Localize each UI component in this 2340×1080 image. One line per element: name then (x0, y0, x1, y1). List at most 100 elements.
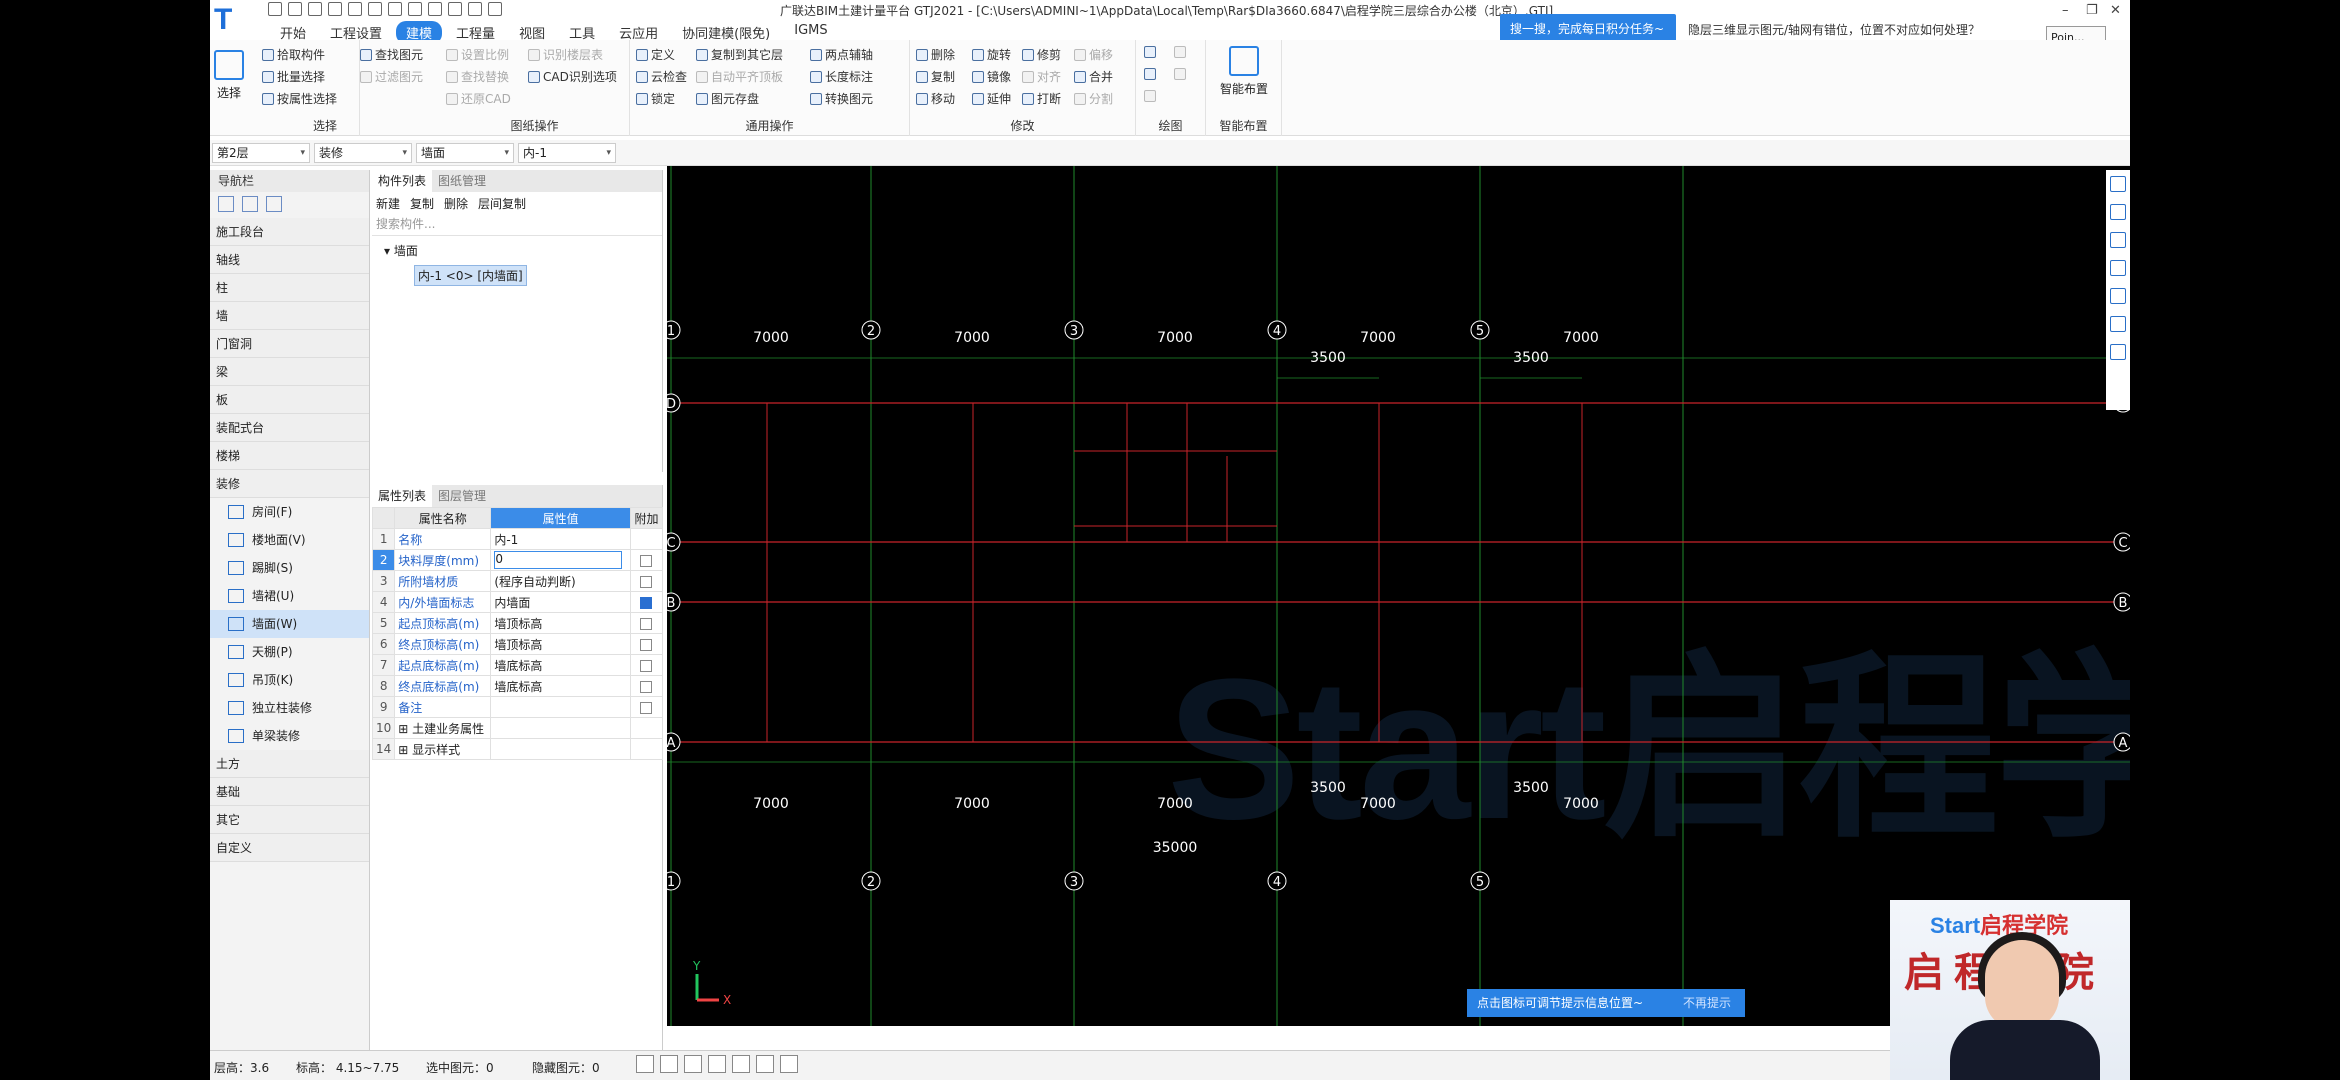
filter-element-button[interactable]: 过滤图元 (360, 68, 423, 85)
nav-item-skirting[interactable]: 踢脚(S) (210, 554, 369, 582)
pick-component-button[interactable]: 拾取构件 (262, 46, 325, 63)
nav-item-room[interactable]: 房间(F) (210, 498, 369, 526)
snap-icon[interactable] (660, 1055, 678, 1073)
property-value[interactable]: (程序自动判断) (490, 570, 631, 592)
detail-view-icon[interactable] (266, 196, 282, 212)
smart-layout-button[interactable]: 智能布置 (1220, 46, 1268, 97)
copy-button[interactable]: 复制 (916, 68, 955, 85)
select-button[interactable]: 选择 (214, 50, 244, 101)
expand-group-icon[interactable]: ⊞ (398, 743, 412, 757)
view-3d-icon[interactable] (2110, 176, 2126, 192)
new-file-icon[interactable] (268, 2, 282, 16)
notes-icon[interactable] (2110, 344, 2126, 360)
drawing-canvas[interactable]: Start启程学院 700070007000700070003500350035… (667, 166, 2130, 1026)
delete-button[interactable]: 删除 (916, 46, 955, 63)
rotate-button[interactable]: 旋转 (972, 46, 1011, 63)
cross-icon[interactable] (684, 1055, 702, 1073)
nav-cat-openings[interactable]: 门窗洞 (210, 330, 369, 358)
tool-icon[interactable] (428, 2, 442, 16)
property-extra-checkbox[interactable] (640, 575, 653, 588)
nav-item-wall-surface[interactable]: 墙面(W) (210, 610, 369, 638)
nav-item-dado[interactable]: 墙裙(U) (210, 582, 369, 610)
floor-select[interactable]: 第2层 (212, 143, 310, 163)
nav-item-column-finish[interactable]: 独立柱装修 (210, 694, 369, 722)
two-point-axis-button[interactable]: 两点辅轴 (810, 46, 873, 63)
find-element-button[interactable]: 查找图元 (360, 46, 423, 63)
property-row[interactable]: 7 起点底标高(m) 墙底标高 (371, 654, 664, 676)
property-value[interactable] (490, 717, 631, 739)
split-button[interactable]: 分割 (1074, 90, 1113, 107)
tool-icon[interactable] (388, 2, 402, 16)
move-button[interactable]: 移动 (916, 90, 955, 107)
tab-component-list[interactable]: 构件列表 (372, 170, 433, 192)
select-by-attr-button[interactable]: 按属性选择 (262, 90, 337, 107)
find-replace-button[interactable]: 查找替换 (446, 68, 509, 85)
draw-line-button[interactable] (1144, 68, 1156, 80)
mirror-button[interactable]: 镜像 (972, 68, 1011, 85)
property-extra-checkbox[interactable] (640, 680, 653, 693)
define-button[interactable]: 定义 (636, 46, 675, 63)
extend-button[interactable]: 延伸 (972, 90, 1011, 107)
curve-icon[interactable] (780, 1055, 798, 1073)
property-value[interactable]: 墙顶标高 (490, 612, 631, 634)
merge-button[interactable]: 合并 (1074, 68, 1113, 85)
property-extra-checkbox[interactable] (640, 638, 653, 651)
property-row[interactable]: 9 备注 (371, 696, 664, 718)
nav-cat-axis[interactable]: 轴线 (210, 246, 369, 274)
property-extra-checkbox[interactable] (640, 617, 653, 630)
property-value[interactable]: 墙顶标高 (490, 633, 631, 655)
nav-cat-construction-stage[interactable]: 施工段台 (210, 218, 369, 246)
redo-icon[interactable] (348, 2, 362, 16)
nav-cat-earthwork[interactable]: 土方 (210, 750, 369, 778)
view-cube-icon[interactable] (2110, 260, 2126, 276)
convert-element-button[interactable]: 转换图元 (810, 90, 873, 107)
category-select[interactable]: 装修 (314, 143, 412, 163)
nav-item-ceiling[interactable]: 天棚(P) (210, 638, 369, 666)
nav-cat-prefab[interactable]: 装配式台 (210, 414, 369, 442)
property-value[interactable]: 墙底标高 (490, 675, 631, 697)
nav-cat-custom[interactable]: 自定义 (210, 834, 369, 862)
copy-to-floor-button[interactable]: 复制到其它层 (696, 46, 783, 63)
delete-component-button[interactable]: 删除 (444, 195, 468, 212)
save-icon[interactable] (308, 2, 322, 16)
grid-toggle-icon[interactable] (756, 1055, 774, 1073)
nav-cat-beam[interactable]: 梁 (210, 358, 369, 386)
nav-cat-column[interactable]: 柱 (210, 274, 369, 302)
property-extra-checkbox[interactable] (640, 596, 653, 609)
property-row[interactable]: 8 终点底标高(m) 墙底标高 (371, 675, 664, 697)
offset-button[interactable]: 偏移 (1074, 46, 1113, 63)
ortho-icon[interactable] (636, 1055, 654, 1073)
dimension-toggle-icon[interactable] (732, 1055, 750, 1073)
nav-cat-other[interactable]: 其它 (210, 806, 369, 834)
auto-align-top-button[interactable]: 自动平齐顶板 (696, 68, 783, 85)
interfloor-copy-button[interactable]: 层间复制 (478, 195, 526, 212)
property-extra-checkbox[interactable] (640, 554, 653, 567)
tree-leaf-component[interactable]: 内-1 <0> [内墙面] (414, 265, 527, 286)
nav-cat-slab[interactable]: 板 (210, 386, 369, 414)
nav-cat-foundation[interactable]: 基础 (210, 778, 369, 806)
open-file-icon[interactable] (288, 2, 302, 16)
restore-cad-button[interactable]: 还原CAD (446, 90, 511, 107)
property-value[interactable]: 内-1 (490, 528, 631, 550)
fullscreen-icon[interactable] (2110, 288, 2126, 304)
cloud-check-button[interactable]: 云检查 (636, 68, 687, 85)
type-select[interactable]: 墙面 (416, 143, 514, 163)
property-row[interactable]: 4 内/外墙面标志 内墙面 (371, 591, 664, 613)
nav-cat-stairs[interactable]: 楼梯 (210, 442, 369, 470)
nav-cat-decoration[interactable]: 装修 (210, 470, 369, 498)
property-row[interactable]: 3 所附墙材质 (程序自动判断) (371, 570, 664, 592)
tip-toast[interactable]: 点击图标可调节提示信息位置~ 不再提示 (1467, 989, 1745, 1017)
property-row[interactable]: 5 起点顶标高(m) 墙顶标高 (371, 612, 664, 634)
minimize-icon[interactable]: – (2062, 3, 2069, 18)
expand-icon[interactable] (218, 196, 234, 212)
recognize-floor-table-button[interactable]: 识别楼层表 (528, 46, 603, 63)
property-row[interactable]: 1 名称 内-1 (371, 528, 664, 550)
batch-select-button[interactable]: 批量选择 (262, 68, 325, 85)
view-iso-icon[interactable] (2110, 232, 2126, 248)
property-value[interactable]: 墙底标高 (490, 654, 631, 676)
tool-icon[interactable] (468, 2, 482, 16)
trim-button[interactable]: 修剪 (1022, 46, 1061, 63)
tab-layer-manage[interactable]: 图层管理 (432, 485, 492, 507)
tool-icon[interactable] (448, 2, 462, 16)
undo-icon[interactable] (328, 2, 342, 16)
